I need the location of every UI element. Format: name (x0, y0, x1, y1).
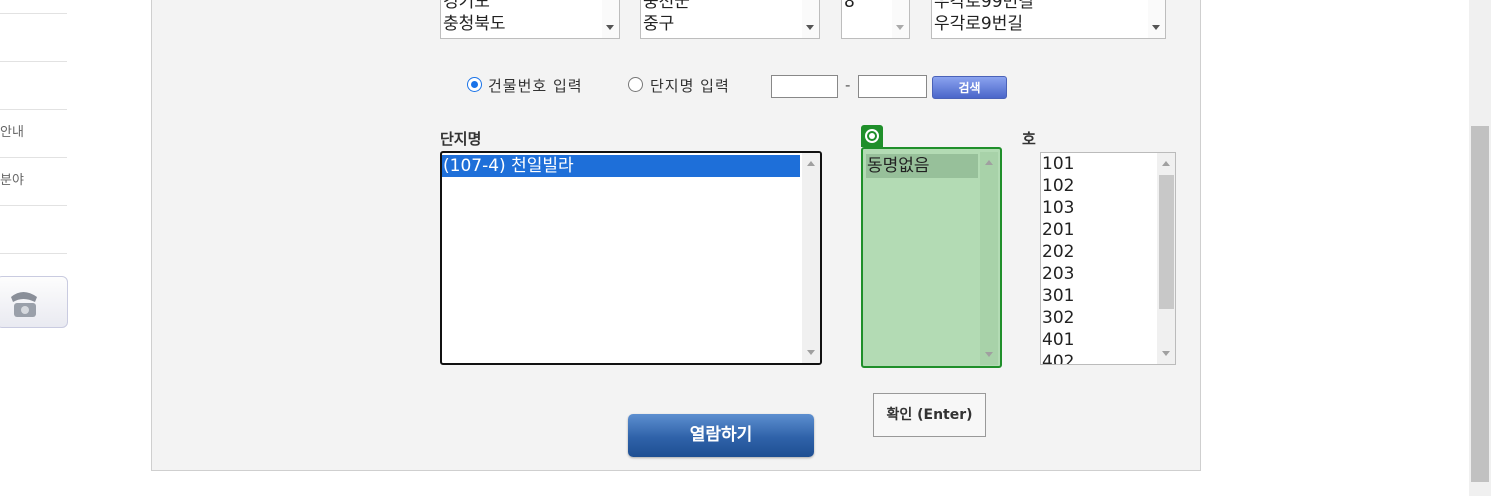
list-item[interactable]: 102 (1042, 175, 1074, 197)
scroll-up-icon[interactable] (985, 160, 993, 165)
building-number-main-input[interactable] (771, 75, 838, 98)
chevron-down-icon[interactable] (892, 0, 909, 38)
list-item[interactable]: 103 (1042, 197, 1074, 219)
building-number-sub-input[interactable] (858, 75, 927, 98)
scrollbar[interactable] (802, 153, 820, 363)
dong-tag (861, 125, 883, 147)
list-item[interactable]: 401 (1042, 329, 1074, 351)
complex-list[interactable]: (107-4) 천일빌라 (440, 151, 822, 365)
ho-rows: 101 102 103 201 202 203 301 302 401 402 (1042, 153, 1074, 364)
separator: - (845, 76, 851, 94)
select-option[interactable]: 중천군 (641, 0, 819, 13)
sidebar-item-field[interactable]: 분야 (0, 157, 67, 206)
ho-list[interactable]: 101 102 103 201 202 203 301 302 401 402 (1040, 152, 1176, 365)
target-icon (865, 129, 879, 143)
building-number-label[interactable]: 건물번호 입력 (488, 75, 583, 96)
select-option[interactable]: 우각로99번길 (932, 0, 1165, 13)
complex-name-radio[interactable] (628, 77, 643, 92)
complex-name-label[interactable]: 단지명 입력 (650, 75, 730, 96)
ho-heading: 호 (1022, 130, 1036, 148)
scroll-thumb[interactable] (1471, 126, 1489, 482)
list-item[interactable]: 동명없음 (866, 154, 978, 178)
scroll-down-icon[interactable] (985, 352, 993, 357)
sidebar-item-1[interactable] (0, 0, 67, 14)
list-item[interactable]: 202 (1042, 241, 1074, 263)
sidebar-item-6[interactable] (0, 205, 67, 254)
small-select[interactable]: 8 (841, 0, 910, 39)
open-button[interactable]: 열람하기 (628, 414, 814, 457)
scroll-up-icon[interactable] (1162, 161, 1170, 166)
sidebar-item-2[interactable] (0, 13, 67, 62)
chevron-down-icon[interactable] (802, 0, 819, 38)
scrollbar[interactable] (980, 152, 998, 365)
select-option[interactable]: 우각로9번길 (932, 13, 1165, 35)
chevron-down-icon[interactable] (1148, 0, 1165, 38)
sidebar-item-label: 안내 (0, 125, 24, 140)
scroll-down-icon[interactable] (807, 350, 815, 355)
confirm-button[interactable]: 확인 (Enter) (873, 393, 986, 437)
dong-list[interactable]: 동명없음 (861, 147, 1002, 368)
list-item[interactable]: 101 (1042, 153, 1074, 175)
list-item[interactable]: 203 (1042, 263, 1074, 285)
list-item[interactable]: 302 (1042, 307, 1074, 329)
select-option[interactable]: 충청북도 (441, 13, 619, 35)
building-number-radio[interactable] (467, 77, 482, 92)
scroll-up-icon[interactable] (807, 161, 815, 166)
scroll-down-icon[interactable] (1162, 351, 1170, 356)
scrollbar[interactable] (1157, 153, 1175, 364)
scroll-thumb[interactable] (1159, 175, 1174, 309)
list-item[interactable]: 201 (1042, 219, 1074, 241)
call-button[interactable] (0, 276, 68, 328)
province-select[interactable]: 경기도 충청북도 (440, 0, 620, 39)
select-option[interactable]: 경기도 (441, 0, 619, 13)
district-select[interactable]: 중천군 중구 (640, 0, 820, 39)
sidebar-item-label: 분야 (0, 173, 24, 188)
page-scrollbar[interactable] (1469, 0, 1491, 496)
chevron-down-icon[interactable] (602, 0, 619, 38)
telephone-icon (11, 292, 37, 317)
road-select[interactable]: 우각로99번길 우각로9번길 (931, 0, 1166, 39)
sidebar-item-guide[interactable]: 안내 (0, 109, 67, 158)
sidebar-item-3[interactable] (0, 61, 67, 110)
search-button[interactable]: 검색 (932, 76, 1007, 99)
select-option[interactable]: 중구 (641, 13, 819, 35)
list-item[interactable]: 402 (1042, 351, 1074, 364)
list-item[interactable]: (107-4) 천일빌라 (442, 155, 800, 177)
list-item[interactable]: 301 (1042, 285, 1074, 307)
complex-heading: 단지명 (440, 130, 482, 148)
